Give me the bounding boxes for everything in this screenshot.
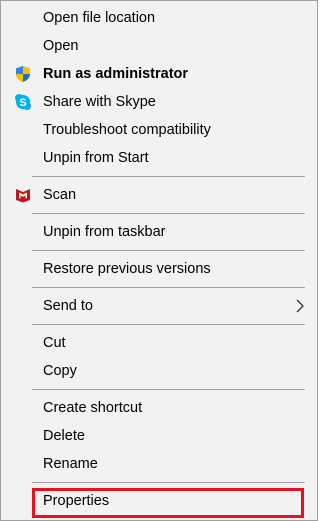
menu-item-open[interactable]: Open [1,32,317,60]
menu-item-label: Unpin from Start [43,150,149,166]
chevron-right-icon [295,299,305,313]
menu-item-restore-previous-versions[interactable]: Restore previous versions [1,255,317,283]
menu-item-cut[interactable]: Cut [1,329,317,357]
menu-item-label: Delete [43,428,85,444]
menu-separator [32,389,305,390]
menu-item-run-as-administrator[interactable]: Run as administrator [1,60,317,88]
menu-item-share-with-skype[interactable]: S Share with Skype [1,88,317,116]
menu-item-label: Unpin from taskbar [43,224,166,240]
menu-item-copy[interactable]: Copy [1,357,317,385]
menu-item-label: Scan [43,187,77,203]
menu-item-troubleshoot-compatibility[interactable]: Troubleshoot compatibility [1,116,317,144]
menu-item-send-to[interactable]: Send to [1,292,317,320]
menu-item-label: Copy [43,363,77,379]
menu-item-label: Cut [43,335,66,351]
menu-item-scan[interactable]: Scan [1,181,317,209]
mcafee-icon [13,186,33,204]
menu-item-label: Create shortcut [43,400,143,416]
menu-item-label: Open file location [43,10,156,26]
menu-item-label: Troubleshoot compatibility [43,122,211,138]
menu-item-label: Restore previous versions [43,261,211,277]
uac-shield-icon [13,65,33,83]
menu-separator [32,213,305,214]
context-menu: Open file location Open Run as administr… [0,0,318,521]
menu-item-label: Rename [43,456,98,472]
menu-item-unpin-from-taskbar[interactable]: Unpin from taskbar [1,218,317,246]
menu-item-label: Run as administrator [43,66,189,82]
menu-separator [32,250,305,251]
menu-item-label: Send to [43,298,93,314]
menu-item-properties[interactable]: Properties [1,487,317,515]
svg-text:S: S [19,97,26,109]
skype-icon: S [13,93,33,111]
menu-item-label: Open [43,38,79,54]
menu-item-open-file-location[interactable]: Open file location [1,4,317,32]
menu-separator [32,324,305,325]
menu-separator [32,287,305,288]
menu-separator [32,482,305,483]
menu-item-label: Share with Skype [43,94,156,110]
menu-item-delete[interactable]: Delete [1,422,317,450]
menu-item-rename[interactable]: Rename [1,450,317,478]
menu-item-create-shortcut[interactable]: Create shortcut [1,394,317,422]
menu-separator [32,176,305,177]
menu-item-unpin-from-start[interactable]: Unpin from Start [1,144,317,172]
menu-item-label: Properties [43,493,110,509]
